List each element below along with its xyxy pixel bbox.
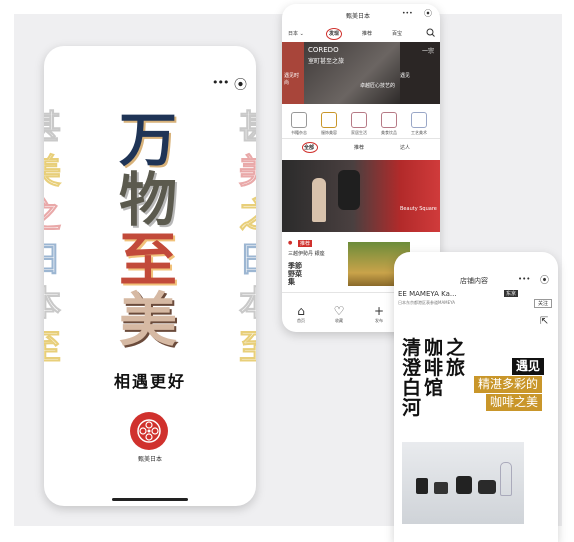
craft-icon	[411, 112, 427, 128]
nav-home[interactable]: ⌂ 首页	[286, 304, 316, 324]
vertical-title-col-2: 咖啡馆	[424, 337, 444, 399]
store-subtitle: 日本东京都港区表参道MAMEYA	[398, 300, 456, 305]
tab-recommend[interactable]: 推荐	[362, 30, 372, 37]
list-tag: 推荐	[298, 240, 313, 247]
category-books[interactable]: 书籍杂志	[286, 112, 312, 136]
more-icon[interactable]: •••	[518, 275, 530, 283]
glass	[500, 462, 512, 496]
heart-icon: ♡	[333, 304, 345, 318]
divider	[282, 138, 440, 139]
subtab-influencer[interactable]: 达人	[400, 144, 410, 151]
more-icon[interactable]: •••	[402, 10, 413, 17]
tab-discover[interactable]: 发现	[329, 30, 339, 37]
cup-2	[434, 482, 448, 494]
target-icon[interactable]: ⦿	[540, 273, 549, 286]
search-icon[interactable]	[426, 28, 435, 37]
headline-bar-3: 咖啡之美	[486, 394, 543, 411]
feature-card-photo[interactable]: Beauty Square	[282, 160, 440, 232]
cup-1	[416, 478, 428, 494]
nav-publish[interactable]: + 发布	[364, 304, 394, 324]
vertical-title-col-1: 清澄白河	[402, 337, 422, 419]
banner-caption: 卓越匠心技艺的	[360, 83, 396, 89]
hero-char-3: 至	[118, 226, 177, 294]
right-glyph-column: 甚 美 之 日 本 至	[236, 106, 257, 370]
plus-icon: +	[373, 304, 385, 318]
home-icon: ⌂	[297, 304, 305, 318]
phone-splash-screen: ••• ⦿ 甚 美 之 日 本 至 甚 美 之 日 本 至 万 物 至 美 相遇…	[44, 46, 256, 506]
tagline: 相遇更好	[113, 372, 186, 391]
logo-caption: 甄美日本	[137, 456, 162, 463]
banner-left-tag: 遇见时尚	[284, 73, 300, 86]
store-badge: 东京	[504, 290, 519, 297]
headline-bar-2: 精湛多彩的	[474, 376, 543, 393]
phone-store-screen: 店铺内容 ••• ⦿ EE MAMEYA Ka... 东京 日本东京都港区表参道…	[394, 252, 558, 542]
hero-char-1: 万	[118, 106, 177, 174]
left-glyph-column: 甚 美 之 日 本 至	[44, 106, 64, 370]
target-icon[interactable]: ⦿	[424, 8, 432, 19]
follow-button[interactable]: 关注	[534, 299, 553, 308]
person-figure	[312, 178, 326, 222]
home-indicator	[112, 498, 188, 501]
category-home[interactable]: 家居生活	[346, 112, 372, 136]
list-dot: ●	[288, 240, 293, 246]
banner-carousel[interactable]: COREDO 室町甚至之旅 遇见时尚 遇见 卓越匠心技艺的 一宗	[282, 42, 440, 104]
book-icon	[291, 112, 307, 128]
subtab-all[interactable]: 全部	[304, 144, 314, 151]
list-title[interactable]: 三越伊勢丹 銀座	[288, 250, 325, 257]
food-icon	[381, 112, 397, 128]
banner-right-tag: 遇见	[400, 73, 411, 79]
store-screen-title: 店铺内容	[460, 277, 488, 285]
target-icon[interactable]: ⦿	[234, 74, 247, 93]
category-craft[interactable]: 工艺美术	[406, 112, 432, 136]
flower-emblem-icon	[137, 419, 161, 443]
nav-favorites[interactable]: ♡ 收藏	[324, 304, 354, 324]
banner-subtitle: 室町甚至之旅	[308, 58, 345, 65]
headline-bar-1: 遇见	[512, 358, 545, 375]
app-title: 甄美日本	[346, 13, 371, 20]
store-name[interactable]: EE MAMEYA Ka...	[398, 290, 457, 298]
cup-3	[456, 476, 472, 494]
subtab-recommend[interactable]: 推荐	[354, 144, 364, 151]
cup-4	[478, 480, 496, 494]
category-food[interactable]: 美食饮品	[376, 112, 402, 136]
vertical-title-col-3: 之旅	[446, 337, 466, 379]
banner-title: COREDO	[308, 46, 339, 54]
hero-char-4: 美	[118, 286, 177, 354]
card-brand: Beauty Square	[400, 206, 437, 212]
banner-right-text: 一宗	[422, 48, 435, 55]
category-fashion[interactable]: 服饰美容	[316, 112, 342, 136]
shirt-icon	[321, 112, 337, 128]
hero-char-2: 物	[118, 166, 177, 234]
tab-treasure[interactable]: 百宝	[392, 30, 402, 37]
share-icon[interactable]: ⇱	[540, 316, 548, 327]
cafe-photo[interactable]	[402, 442, 524, 524]
person-figure-2	[338, 170, 360, 210]
more-icon[interactable]: •••	[212, 76, 229, 89]
region-select[interactable]: 日本 ⌄	[288, 30, 304, 37]
brand-logo[interactable]	[130, 412, 168, 450]
list-subtitle: 季節 野菜 集	[288, 262, 302, 286]
home-goods-icon	[351, 112, 367, 128]
